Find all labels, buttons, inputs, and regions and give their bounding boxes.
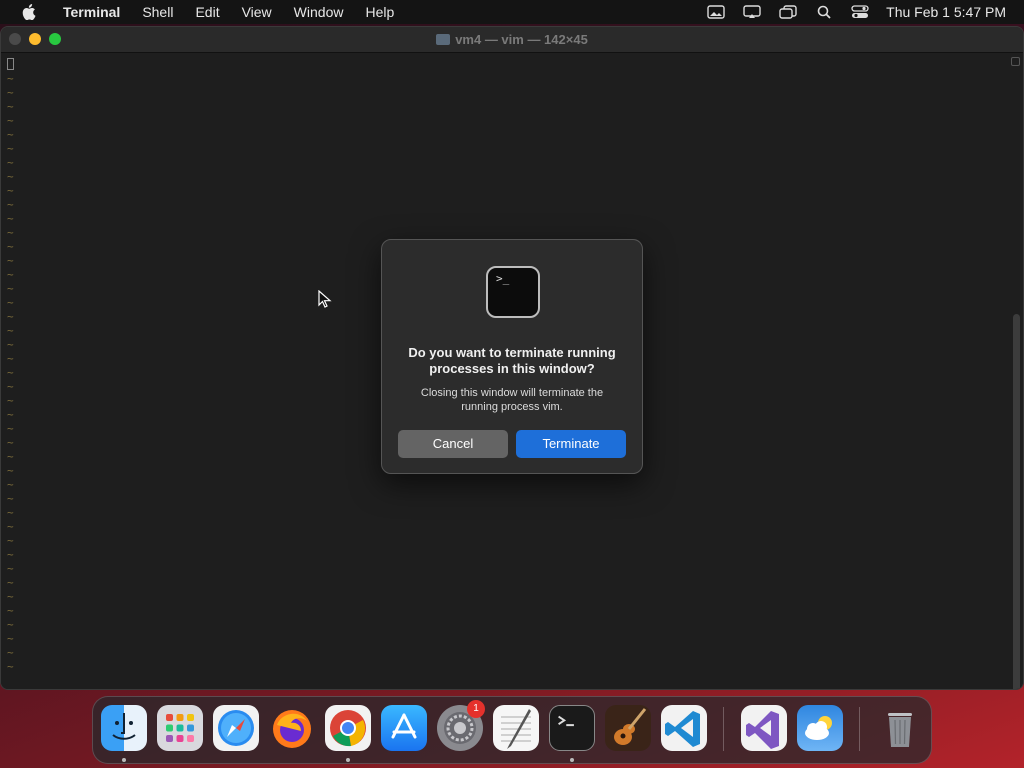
window-title-text: vm4 — vim — 142×45	[455, 32, 588, 47]
folder-icon	[436, 34, 451, 45]
photo-status-icon[interactable]	[698, 0, 734, 24]
screen-mirroring-icon[interactable]	[734, 0, 770, 24]
vscode-icon[interactable]	[661, 705, 707, 751]
finder-icon[interactable]	[101, 705, 147, 751]
scrollbar-thumb[interactable]	[1013, 314, 1020, 689]
visual-studio-icon[interactable]	[741, 705, 787, 751]
weather-icon[interactable]	[797, 705, 843, 751]
menu-window[interactable]: Window	[283, 4, 355, 20]
terminal-app-icon: >_	[486, 266, 540, 318]
notification-badge: 1	[467, 700, 485, 718]
menu-edit[interactable]: Edit	[184, 4, 230, 20]
garageband-icon[interactable]	[605, 705, 651, 751]
dock: 1	[92, 696, 932, 764]
trash-icon[interactable]	[877, 705, 923, 751]
vim-empty-line-markers: ~ ~ ~ ~ ~ ~ ~ ~ ~ ~ ~ ~ ~ ~ ~ ~ ~ ~ ~ ~ …	[7, 72, 14, 673]
dock-separator-trash	[859, 707, 860, 751]
menu-app-name[interactable]: Terminal	[52, 4, 131, 20]
menu-help[interactable]: Help	[354, 4, 405, 20]
spotlight-search-icon[interactable]	[806, 0, 842, 24]
terminate-button[interactable]: Terminate	[516, 430, 626, 458]
window-title: vm4 — vim — 142×45	[1, 32, 1023, 47]
control-center-icon[interactable]	[842, 0, 878, 24]
dock-separator	[723, 707, 724, 751]
menu-bar: Terminal Shell Edit View Window Help Thu…	[0, 0, 1024, 24]
launchpad-icon[interactable]	[157, 705, 203, 751]
terminal-running-indicator	[570, 758, 574, 762]
window-titlebar[interactable]: vm4 — vim — 142×45	[1, 27, 1023, 53]
menu-clock[interactable]: Thu Feb 1 5:47 PM	[886, 4, 1006, 20]
finder-running-indicator	[122, 758, 126, 762]
mouse-pointer-icon	[318, 289, 332, 308]
terminal-dock-icon[interactable]	[549, 705, 595, 751]
dialog-title: Do you want to terminate running process…	[408, 345, 616, 376]
chrome-running-indicator	[346, 758, 350, 762]
text-cursor	[7, 58, 14, 70]
menu-view[interactable]: View	[231, 4, 283, 20]
stage-manager-icon[interactable]	[770, 0, 806, 24]
cancel-button[interactable]: Cancel	[398, 430, 508, 458]
scrollbar-top-button[interactable]	[1011, 57, 1020, 66]
textedit-icon[interactable]	[493, 705, 539, 751]
apple-menu-icon[interactable]	[18, 4, 40, 20]
safari-icon[interactable]	[213, 705, 259, 751]
dialog-message: Closing this window will terminate the r…	[420, 387, 604, 413]
app-store-icon[interactable]	[381, 705, 427, 751]
terminate-dialog: >_ Do you want to terminate running proc…	[381, 239, 643, 474]
menu-shell[interactable]: Shell	[131, 4, 184, 20]
firefox-icon[interactable]	[269, 705, 315, 751]
chrome-icon[interactable]	[325, 705, 371, 751]
